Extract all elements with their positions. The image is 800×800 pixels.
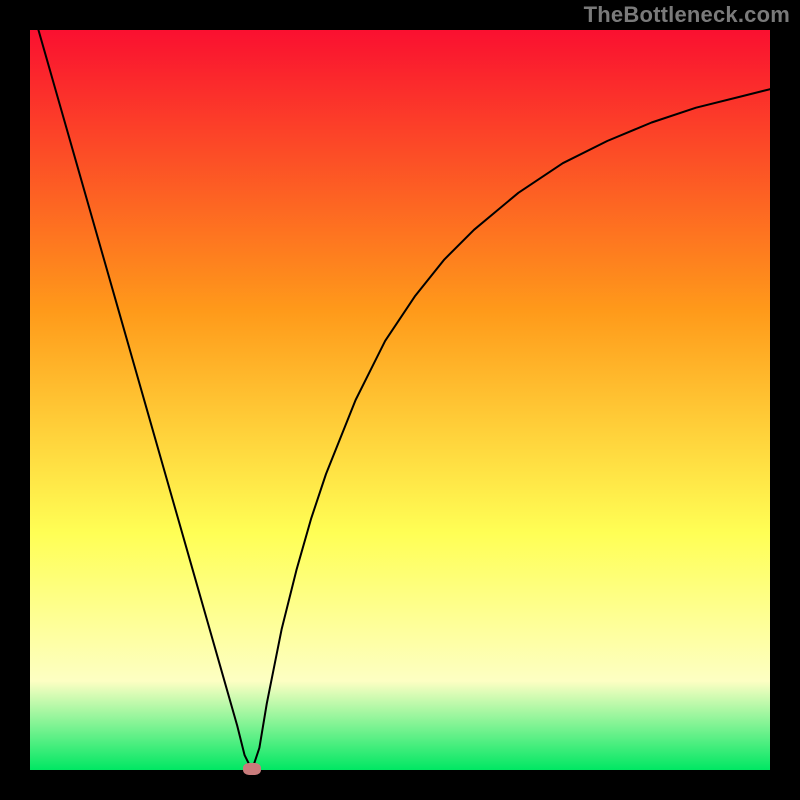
chart-svg <box>30 30 770 770</box>
chart-frame: TheBottleneck.com <box>0 0 800 800</box>
plot-area <box>30 30 770 770</box>
watermark-label: TheBottleneck.com <box>584 2 790 28</box>
gradient-background <box>30 30 770 770</box>
